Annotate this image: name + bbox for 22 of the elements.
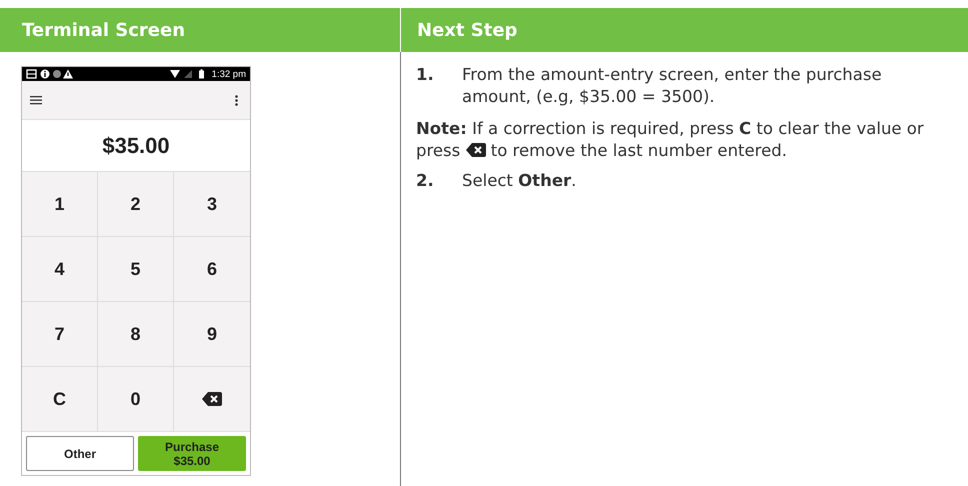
note-text: Note: If a correction is required, press C to clear the value or press to remove the last number entered. bbox=[416, 118, 925, 162]
backspace-icon bbox=[202, 392, 222, 406]
column-header: Terminal Screen bbox=[0, 8, 401, 52]
digit-key[interactable]: 5 bbox=[98, 237, 174, 302]
status-time: 1:32 pm bbox=[212, 68, 246, 80]
menu-icon[interactable] bbox=[30, 95, 42, 105]
digit-key[interactable]: 7 bbox=[22, 302, 98, 367]
column-header: Next Step bbox=[416, 18, 518, 42]
purchase-button[interactable]: Purchase $35.00 bbox=[138, 436, 246, 471]
other-button[interactable]: Other bbox=[26, 436, 134, 471]
step-text: From the amount-entry screen, enter the purchase amount, (e.g, $35.00 = 3500). bbox=[462, 64, 883, 108]
step-number: 1. bbox=[416, 64, 435, 86]
digit-key[interactable]: 8 bbox=[98, 302, 174, 367]
clear-key[interactable]: C bbox=[22, 367, 98, 432]
digit-key[interactable]: 4 bbox=[22, 237, 98, 302]
digit-key[interactable]: 2 bbox=[98, 172, 174, 237]
step-text: Select Other. bbox=[462, 170, 576, 192]
digit-key[interactable]: 1 bbox=[22, 172, 98, 237]
backspace-icon bbox=[466, 143, 486, 157]
digit-key[interactable]: 0 bbox=[98, 367, 174, 432]
more-options-icon[interactable] bbox=[235, 94, 238, 106]
step-number: 2. bbox=[416, 170, 435, 192]
